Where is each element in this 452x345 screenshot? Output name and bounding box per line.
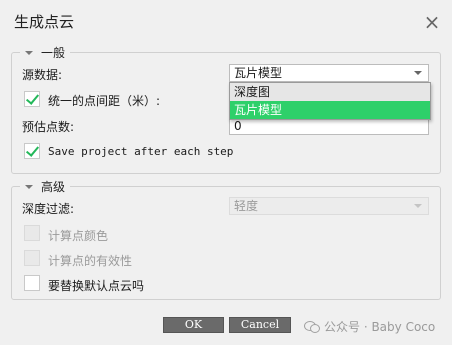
source-label: 源数据: <box>22 68 63 82</box>
compute-validity-checkbox[interactable] <box>24 250 40 266</box>
chevron-down-icon <box>414 71 422 75</box>
general-legend[interactable]: 一般 <box>20 44 71 61</box>
uniform-spacing-checkbox[interactable] <box>24 91 40 107</box>
source-combobox[interactable]: 瓦片模型 <box>229 64 429 82</box>
uniform-spacing-label: 统一的点间距（米）: <box>48 94 161 108</box>
watermark: 公众号 · Baby Coco <box>304 318 435 335</box>
compute-color-label: 计算点颜色 <box>48 229 109 243</box>
dropdown-option-tile-model[interactable]: 瓦片模型 <box>230 101 430 119</box>
estimate-label: 预估点数: <box>22 120 75 134</box>
ok-button[interactable]: OK <box>163 317 224 333</box>
compute-validity-label: 计算点的有效性 <box>48 254 133 268</box>
advanced-legend-label: 高级 <box>41 180 66 194</box>
save-project-label: Save project after each step <box>48 145 234 158</box>
collapse-arrow-icon[interactable] <box>25 184 33 189</box>
cancel-button[interactable]: Cancel <box>229 317 291 333</box>
wechat-icon <box>304 320 320 334</box>
depth-filter-value: 轻度 <box>234 199 259 213</box>
save-project-checkbox[interactable] <box>24 143 40 159</box>
watermark-text: 公众号 · Baby Coco <box>324 320 436 334</box>
compute-color-checkbox[interactable] <box>24 225 40 241</box>
collapse-arrow-icon[interactable] <box>25 50 33 55</box>
depth-filter-combobox[interactable]: 轻度 <box>229 197 429 215</box>
depth-filter-label: 深度过滤: <box>22 202 75 216</box>
source-combobox-value: 瓦片模型 <box>234 66 283 80</box>
replace-default-checkbox[interactable] <box>24 275 40 291</box>
chevron-down-icon <box>414 204 422 208</box>
replace-default-label: 要替换默认点云吗 <box>48 279 145 293</box>
dropdown-option-depth-map[interactable]: 深度图 <box>230 83 430 101</box>
dialog-title: 生成点云 <box>14 13 75 31</box>
general-legend-label: 一般 <box>41 46 66 60</box>
advanced-legend[interactable]: 高级 <box>20 178 71 195</box>
close-icon[interactable]: × <box>421 11 443 33</box>
source-dropdown-list: 深度图 瓦片模型 <box>229 82 431 120</box>
